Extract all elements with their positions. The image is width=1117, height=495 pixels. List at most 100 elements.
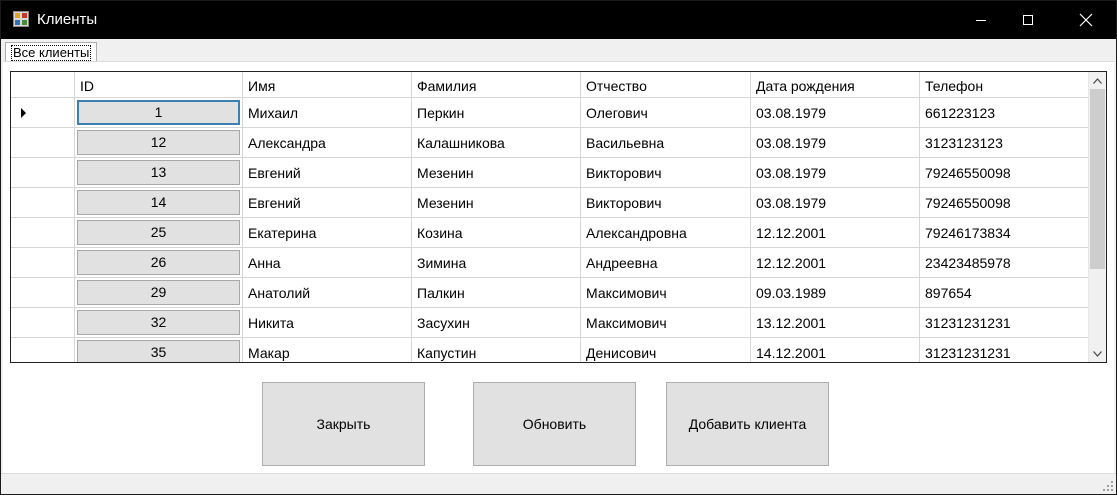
id-button[interactable]: 26 [77,250,240,275]
cell-birth-date[interactable]: 12.12.2001 [751,218,920,248]
refresh-button[interactable]: Обновить [473,382,636,466]
row-header[interactable] [11,308,75,338]
row-header[interactable] [11,188,75,218]
cell-first-name[interactable]: Евгений [243,188,412,218]
column-header-last-name[interactable]: Фамилия [412,72,581,98]
cell-last-name[interactable]: Перкин [412,98,581,128]
cell-birth-date[interactable]: 14.12.2001 [751,338,920,362]
cell-middle-name[interactable]: Викторович [581,188,751,218]
cell-birth-date[interactable]: 09.03.1989 [751,278,920,308]
cell-middle-name[interactable]: Александровна [581,218,751,248]
cell-first-name[interactable]: Макар [243,338,412,362]
grid-header-row: ID Имя Фамилия Отчество Дата рождения Те… [11,72,1089,98]
clients-grid[interactable]: ID Имя Фамилия Отчество Дата рождения Те… [10,71,1107,363]
cell-first-name[interactable]: Анатолий [243,278,412,308]
cell-birth-date[interactable]: 03.08.1979 [751,188,920,218]
cell-last-name[interactable]: Зимина [412,248,581,278]
row-header-corner [11,72,75,98]
minimize-button[interactable] [958,1,1004,39]
column-header-first-name[interactable]: Имя [243,72,412,98]
cell-first-name[interactable]: Александра [243,128,412,158]
cell-last-name[interactable]: Засухин [412,308,581,338]
cell-middle-name[interactable]: Максимович [581,308,751,338]
cell-last-name[interactable]: Козина [412,218,581,248]
cell-phone[interactable]: 23423485978 [920,248,1089,278]
cell-middle-name[interactable]: Васильевна [581,128,751,158]
column-header-phone[interactable]: Телефон [920,72,1089,98]
id-button[interactable]: 14 [77,190,240,215]
cell-phone[interactable]: 79246550098 [920,188,1089,218]
cell-middle-name[interactable]: Максимович [581,278,751,308]
cell-phone[interactable]: 897654 [920,278,1089,308]
row-header[interactable] [11,128,75,158]
table-row[interactable]: 1 Михаил Перкин Олегович 03.08.1979 661223123 [11,98,1089,128]
cell-phone[interactable]: 661223123 [920,98,1089,128]
cell-first-name[interactable]: Анна [243,248,412,278]
column-header-id[interactable]: ID [75,72,243,98]
table-row[interactable]: 35 Макар Капустин Денисович 14.12.2001 312312… [11,338,1089,362]
id-button[interactable]: 35 [77,340,240,362]
cell-first-name[interactable]: Екатерина [243,218,412,248]
resize-grip-icon[interactable] [1102,480,1114,492]
table-row[interactable]: 29 Анатолий Палкин Максимович 09.03.1989 8976… [11,278,1089,308]
id-button[interactable]: 12 [77,130,240,155]
cell-middle-name[interactable]: Андреевна [581,248,751,278]
cell-last-name[interactable]: Мезенин [412,188,581,218]
cell-middle-name[interactable]: Викторович [581,158,751,188]
scroll-up-button[interactable] [1089,72,1106,89]
table-row[interactable]: 25 Екатерина Козина Александровна 12.12.2001… [11,218,1089,248]
cell-phone[interactable]: 31231231231 [920,308,1089,338]
column-header-birth-date[interactable]: Дата рождения [751,72,920,98]
row-header[interactable] [11,158,75,188]
row-header[interactable] [11,338,75,362]
cell-id: 14 [75,188,243,218]
id-button[interactable]: 32 [77,310,240,335]
id-button[interactable]: 25 [77,220,240,245]
cell-last-name[interactable]: Капустин [412,338,581,362]
id-button[interactable]: 13 [77,160,240,185]
row-header[interactable] [11,218,75,248]
cell-phone[interactable]: 31231231231 [920,338,1089,362]
vertical-scrollbar[interactable] [1088,72,1106,362]
title-bar[interactable]: Клиенты [1,1,1116,39]
row-header[interactable] [11,248,75,278]
cell-first-name[interactable]: Никита [243,308,412,338]
cell-last-name[interactable]: Мезенин [412,158,581,188]
cell-birth-date[interactable]: 03.08.1979 [751,158,920,188]
column-header-middle-name[interactable]: Отчество [581,72,751,98]
cell-birth-date[interactable]: 03.08.1979 [751,128,920,158]
scroll-thumb[interactable] [1090,89,1105,269]
cell-last-name[interactable]: Палкин [412,278,581,308]
cell-birth-date[interactable]: 03.08.1979 [751,98,920,128]
table-row[interactable]: 14 Евгений Мезенин Викторович 03.08.1979 7924… [11,188,1089,218]
close-form-button[interactable]: Закрыть [262,382,425,466]
maximize-button[interactable] [1005,1,1051,39]
row-header[interactable] [11,278,75,308]
cell-middle-name[interactable]: Олегович [581,98,751,128]
tab-panel: ID Имя Фамилия Отчество Дата рождения Те… [3,61,1114,475]
cell-id: 12 [75,128,243,158]
table-row[interactable]: 32 Никита Засухин Максимович 13.12.2001 31231… [11,308,1089,338]
table-row[interactable]: 13 Евгений Мезенин Викторович 03.08.1979 7924… [11,158,1089,188]
app-form-icon [13,11,29,27]
cell-birth-date[interactable]: 13.12.2001 [751,308,920,338]
id-button[interactable]: 1 [77,100,240,125]
cell-phone[interactable]: 3123123123 [920,128,1089,158]
cell-birth-date[interactable]: 12.12.2001 [751,248,920,278]
add-client-button[interactable]: Добавить клиента [666,382,829,466]
close-button[interactable] [1063,1,1109,39]
table-row[interactable]: 12 Александра Калашникова Васильевна 03.08.1… [11,128,1089,158]
cell-first-name[interactable]: Михаил [243,98,412,128]
scroll-down-button[interactable] [1089,345,1106,362]
cell-id: 32 [75,308,243,338]
cell-phone[interactable]: 79246550098 [920,158,1089,188]
id-button[interactable]: 29 [77,280,240,305]
cell-first-name[interactable]: Евгений [243,158,412,188]
tab-all-clients[interactable]: Все клиенты [5,42,98,62]
cell-last-name[interactable]: Калашникова [412,128,581,158]
table-row[interactable]: 26 Анна Зимина Андреевна 12.12.2001 234234859… [11,248,1089,278]
cell-phone[interactable]: 79246173834 [920,218,1089,248]
row-header[interactable] [11,98,75,128]
form-content: Все клиенты ID Имя Фамилия Отчество Дата… [1,39,1116,494]
cell-middle-name[interactable]: Денисович [581,338,751,362]
